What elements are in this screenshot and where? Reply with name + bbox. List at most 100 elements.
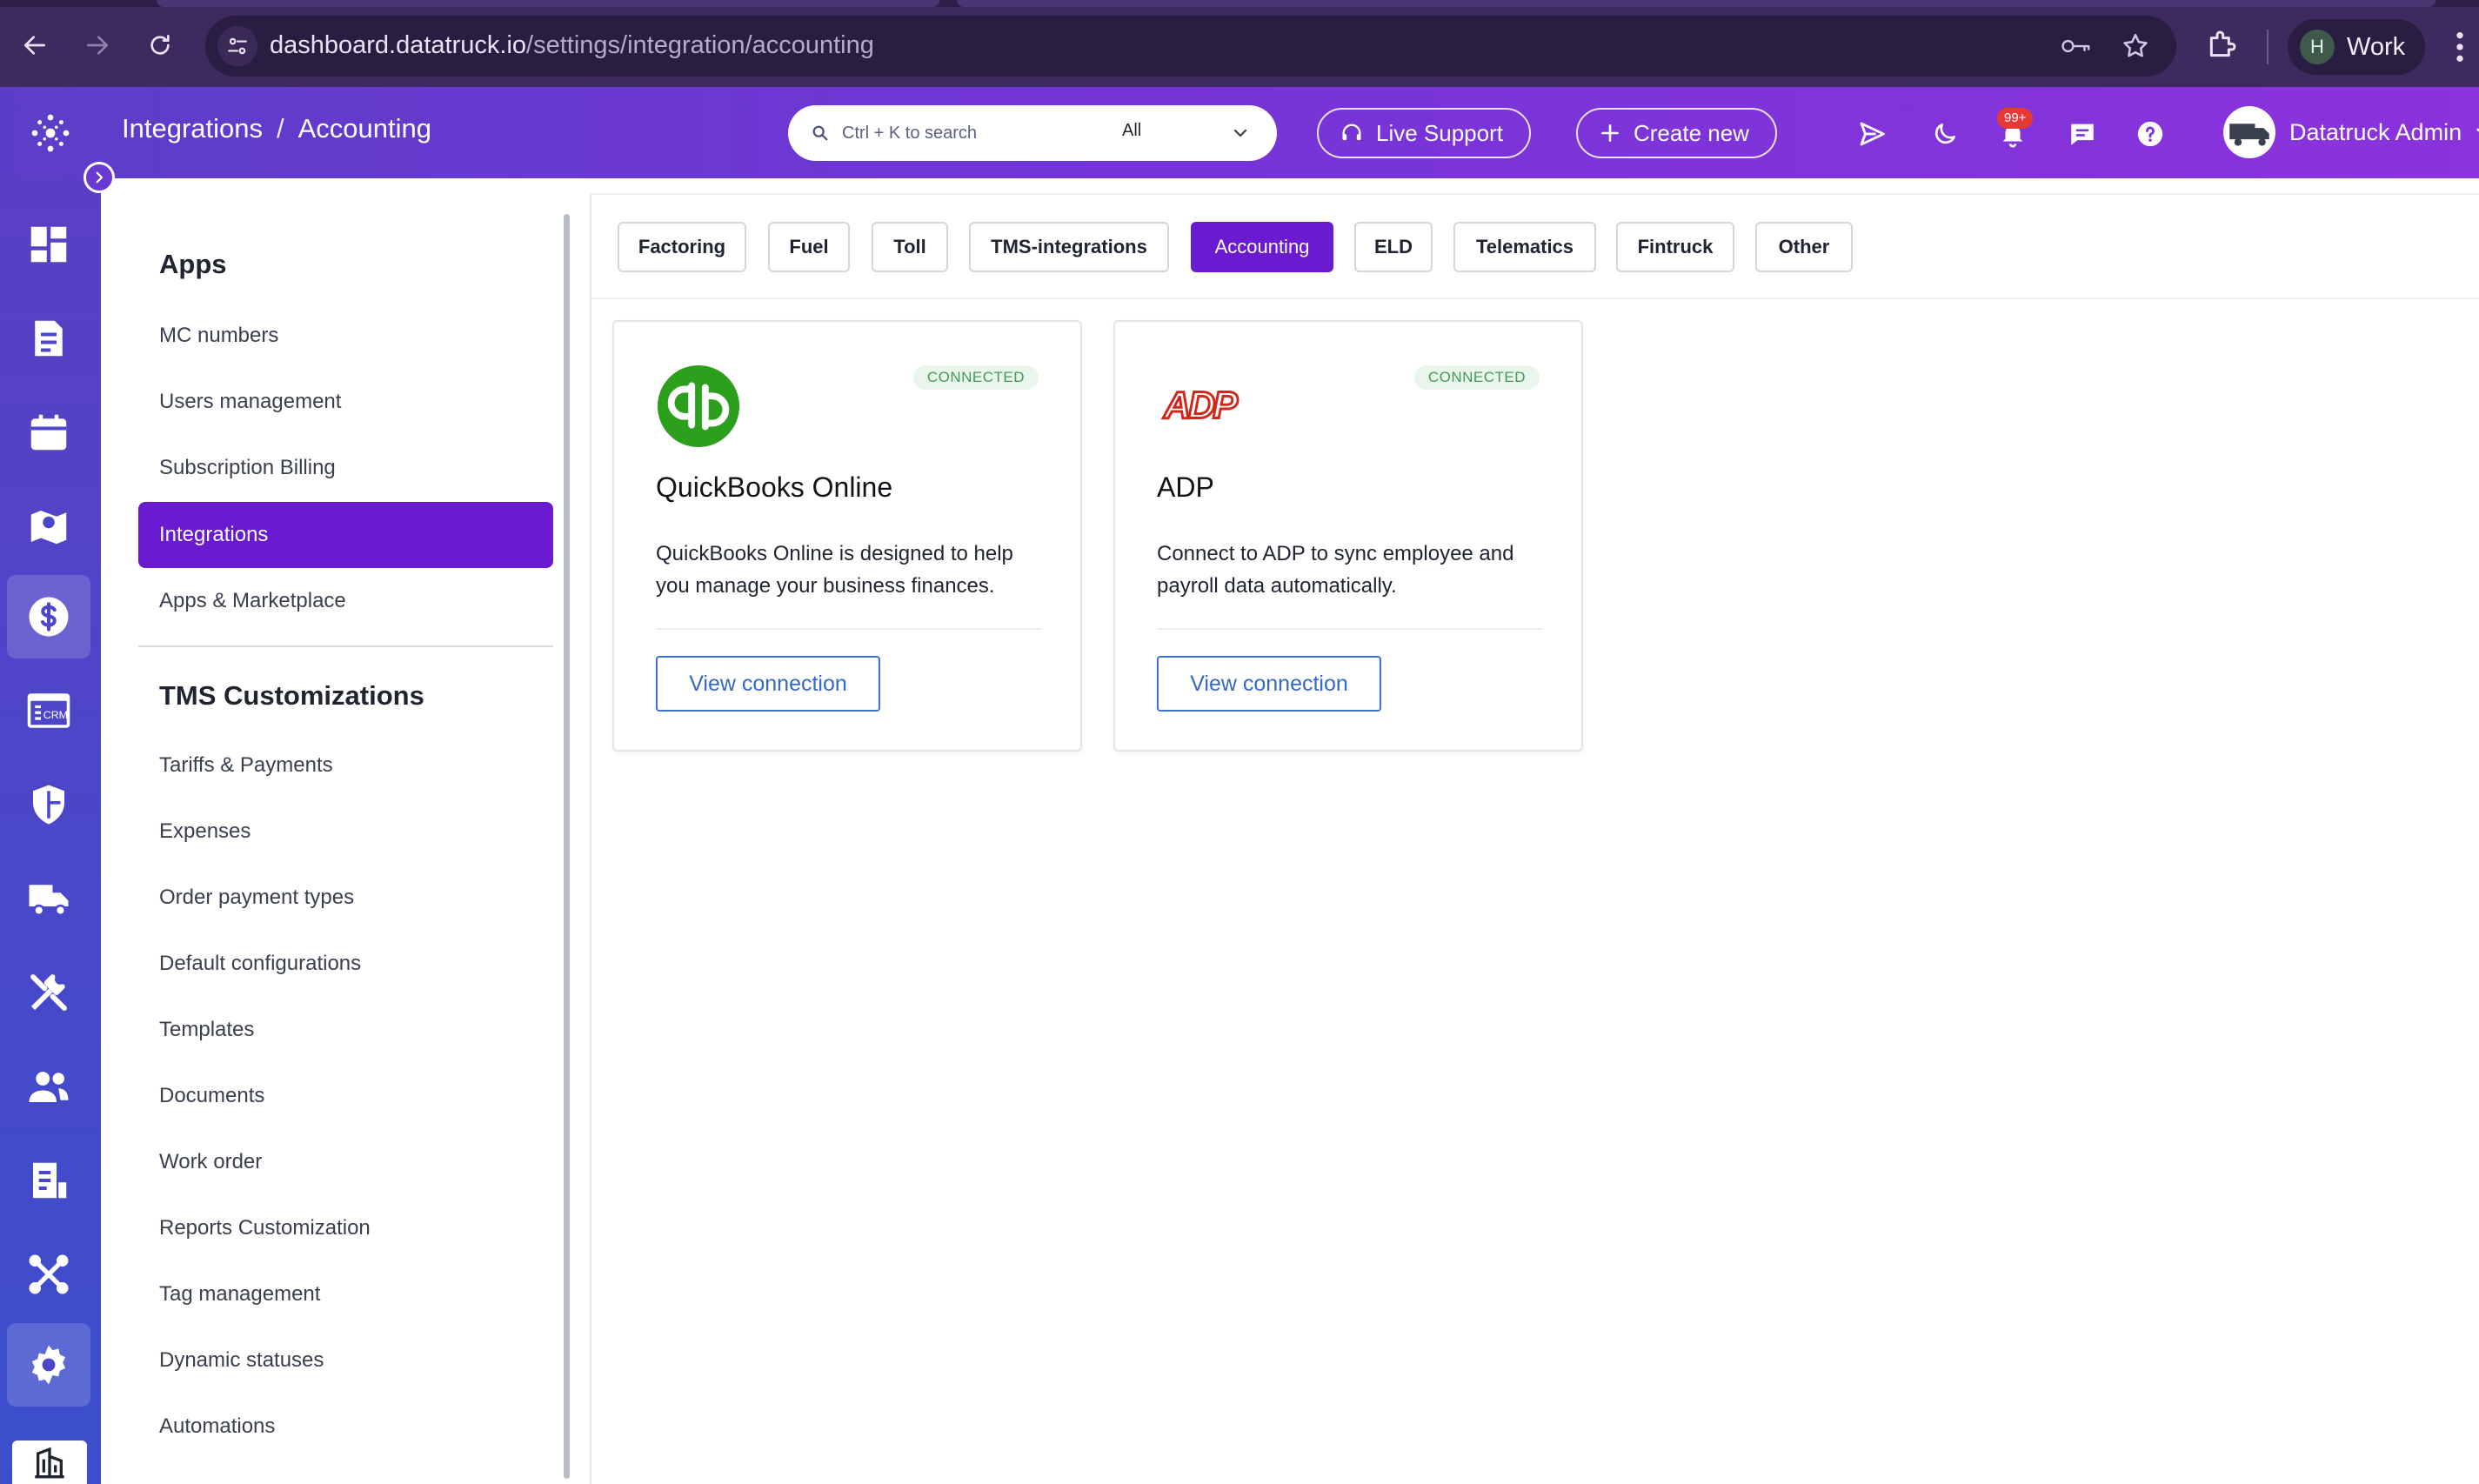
menu-item-mc-numbers[interactable]: MC numbers [138, 303, 553, 369]
integration-description: Connect to ADP to sync employee and payr… [1157, 542, 1514, 598]
tab-tms-integrations[interactable]: TMS-integrations [969, 222, 1169, 272]
chevron-down-icon[interactable] [1230, 123, 1251, 144]
browser-menu-kebab-icon[interactable] [2455, 30, 2465, 69]
menu-item-reports-customization[interactable]: Reports Customization [138, 1195, 553, 1261]
nav-integrations[interactable] [7, 1233, 90, 1316]
tab-fintruck[interactable]: Fintruck [1616, 222, 1734, 272]
reload-button[interactable] [136, 21, 184, 70]
map-pin-icon [30, 511, 67, 545]
menu-item-dynamic-statuses[interactable]: Dynamic statuses [138, 1327, 553, 1394]
tab-eld[interactable]: ELD [1354, 222, 1433, 272]
breadcrumb-integrations[interactable]: Integrations [122, 113, 263, 144]
reload-icon [150, 35, 170, 55]
browser-tab[interactable] [157, 0, 939, 7]
tab-telematics[interactable]: Telematics [1453, 222, 1596, 272]
card-divider [1157, 628, 1543, 630]
menu-item-documents[interactable]: Documents [138, 1063, 553, 1129]
view-connection-button[interactable]: View connection [1157, 656, 1381, 712]
nav-billing[interactable] [7, 575, 90, 658]
nav-fleet[interactable] [7, 857, 90, 940]
tab-toll[interactable]: Toll [872, 222, 948, 272]
chat-icon[interactable] [2063, 115, 2101, 153]
menu-section-title: TMS Customizations [159, 680, 424, 711]
status-badge: CONNECTED [1413, 365, 1540, 390]
orders-icon [35, 320, 63, 357]
nav-dashboard[interactable] [7, 203, 90, 286]
search-icon [812, 125, 828, 141]
menu-item-default-configurations[interactable]: Default configurations [138, 931, 553, 997]
nav-calendar[interactable] [7, 391, 90, 474]
tab-accounting[interactable]: Accounting [1191, 222, 1333, 272]
nav-security[interactable] [7, 763, 90, 846]
sidebar-expand-button[interactable] [84, 162, 115, 193]
app-header: Integrations / Accounting All Live Suppo… [0, 87, 2479, 178]
menu-item-tag-management[interactable]: Tag management [138, 1261, 553, 1327]
menu-item-integrations[interactable]: Integrations [138, 502, 553, 568]
tab-fuel[interactable]: Fuel [768, 222, 850, 272]
menu-item-templates[interactable]: Templates [138, 997, 553, 1063]
nav-reports[interactable] [7, 1139, 90, 1222]
search-scope-select[interactable]: All [1122, 121, 1141, 141]
menu-item-order-payment-types[interactable]: Order payment types [138, 865, 553, 931]
menu-item-automations[interactable]: Automations [138, 1394, 553, 1460]
user-menu[interactable]: Datatruck Admin [2223, 106, 2479, 158]
extensions-puzzle-icon[interactable] [2204, 28, 2239, 67]
menu-item-expenses[interactable]: Expenses [138, 799, 553, 865]
tools-icon [30, 974, 67, 1011]
send-icon[interactable] [1853, 115, 1891, 153]
crm-icon: CRM [27, 693, 70, 728]
truck-avatar-icon [2229, 124, 2269, 146]
back-button[interactable] [10, 21, 59, 70]
integration-title: ADP [1157, 471, 1214, 503]
help-icon[interactable] [2131, 115, 2169, 153]
nav-settings[interactable] [7, 1323, 90, 1407]
nav-users[interactable] [7, 1045, 90, 1128]
nav-map[interactable] [7, 485, 90, 568]
menu-item-tariffs-payments[interactable]: Tariffs & Payments [138, 732, 553, 799]
password-key-icon[interactable] [2060, 33, 2093, 64]
menu-item-apps-marketplace[interactable]: Apps & Marketplace [138, 568, 553, 634]
user-name: Datatruck Admin [2289, 118, 2462, 145]
building-icon [35, 1447, 64, 1479]
nav-maintenance[interactable] [7, 951, 90, 1034]
browser-tab-strip [0, 0, 2479, 7]
settings-menu-scrollbar[interactable] [564, 214, 570, 1479]
view-connection-button[interactable]: View connection [656, 656, 880, 712]
browser-tab[interactable] [957, 0, 2436, 7]
nav-company[interactable] [12, 1441, 87, 1484]
truck-icon [29, 885, 69, 917]
dark-mode-moon-icon[interactable] [1926, 115, 1964, 153]
menu-item-work-order[interactable]: Work order [138, 1129, 553, 1195]
search-input[interactable] [842, 117, 1103, 149]
menu-item-users-management[interactable]: Users management [138, 369, 553, 435]
tab-factoring[interactable]: Factoring [618, 222, 746, 272]
nav-crm[interactable]: CRM [7, 669, 90, 752]
tab-other[interactable]: Other [1755, 222, 1853, 272]
nav-orders[interactable] [7, 297, 90, 380]
live-support-button[interactable]: Live Support [1317, 108, 1531, 158]
integration-title: QuickBooks Online [656, 471, 893, 503]
create-new-label: Create new [1634, 119, 1749, 146]
settings-menu: Apps MC numbers Users management Subscri… [118, 214, 574, 1484]
create-new-button[interactable]: Create new [1576, 108, 1777, 158]
integration-description: QuickBooks Online is designed to help yo… [656, 542, 1013, 598]
users-icon [29, 1072, 69, 1102]
content-top-border [590, 193, 2479, 195]
url-text[interactable]: dashboard.datatruck.io/settings/integrat… [270, 31, 874, 60]
site-settings-icon[interactable] [217, 26, 257, 66]
forward-button[interactable] [73, 21, 122, 70]
menu-item-subscription-billing[interactable]: Subscription Billing [138, 435, 553, 501]
svg-text:CRM: CRM [43, 709, 68, 721]
global-search[interactable]: All [788, 105, 1277, 161]
app-logo[interactable] [0, 87, 101, 178]
main-nav-rail: CRM [0, 178, 101, 1484]
url-path: /settings/integration/accounting [526, 31, 874, 59]
breadcrumb: Integrations / Accounting [122, 113, 431, 144]
dollar-icon [29, 597, 69, 637]
bookmark-star-icon[interactable] [2121, 31, 2150, 65]
integration-card-adp: ADP CONNECTED ADP Connect to ADP to sync… [1113, 320, 1583, 752]
dashboard-icon [30, 226, 67, 263]
browser-profile-button[interactable]: H Work [2288, 19, 2425, 75]
breadcrumb-separator: / [277, 113, 284, 144]
address-bar[interactable]: dashboard.datatruck.io/settings/integrat… [205, 16, 2176, 77]
